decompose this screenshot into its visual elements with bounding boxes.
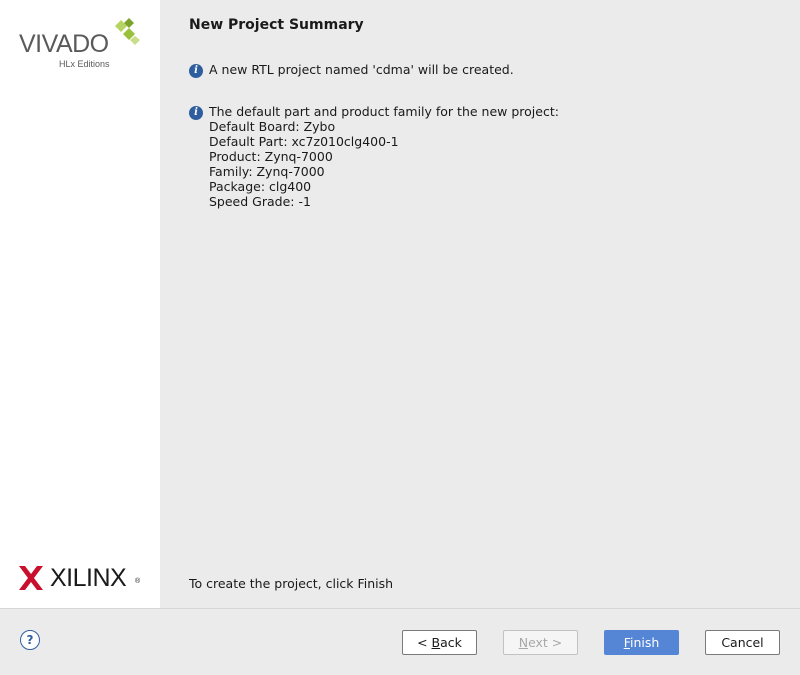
wizard-footer: ? < Back Next > Finish Cancel	[0, 608, 800, 675]
info-icon: i	[189, 64, 203, 78]
page-title: New Project Summary	[189, 17, 364, 33]
vivado-wordmark: VIVADO	[19, 30, 109, 58]
part-details: The default part and product family for …	[209, 104, 559, 209]
info-message-part: i The default part and product family fo…	[189, 104, 559, 209]
vivado-edition: HLx Editions	[59, 59, 110, 69]
default-board-line: Default Board: Zybo	[209, 119, 336, 134]
info-icon: i	[189, 106, 203, 120]
cancel-button[interactable]: Cancel	[705, 630, 780, 655]
registered-mark: ®	[135, 578, 141, 585]
next-mnemonic: N	[518, 635, 529, 650]
next-button[interactable]: Next >	[503, 630, 578, 655]
help-icon[interactable]: ?	[20, 630, 40, 650]
wizard-content: New Project Summary i A new RTL project …	[160, 0, 800, 608]
vivado-leaf-icon	[115, 18, 140, 45]
back-button[interactable]: < Back	[402, 630, 477, 655]
info-message-rtl: i A new RTL project named 'cdma' will be…	[189, 62, 514, 78]
xilinx-wordmark: XILINX	[50, 564, 127, 592]
next-rest: ext >	[528, 635, 563, 650]
finish-rest: inish	[629, 635, 660, 650]
finish-button[interactable]: Finish	[604, 630, 679, 655]
xilinx-logo: XILINX ®	[19, 565, 144, 591]
xilinx-x-icon	[19, 566, 43, 590]
back-mnemonic: B	[431, 635, 441, 650]
vivado-logo: VIVADO HLx Editions	[19, 18, 144, 74]
speed-grade-line: Speed Grade: -1	[209, 194, 311, 209]
package-line: Package: clg400	[209, 179, 312, 194]
finish-hint: To create the project, click Finish	[189, 576, 394, 591]
family-line: Family: Zynq-7000	[209, 164, 325, 179]
back-rest: ack	[440, 635, 462, 650]
info-text: A new RTL project named 'cdma' will be c…	[209, 62, 514, 77]
part-intro-line: The default part and product family for …	[209, 104, 559, 119]
back-prefix: <	[417, 635, 432, 650]
wizard-sidebar: VIVADO HLx Editions XILINX ®	[0, 0, 160, 608]
product-line: Product: Zynq-7000	[209, 149, 333, 164]
default-part-line: Default Part: xc7z010clg400-1	[209, 134, 399, 149]
